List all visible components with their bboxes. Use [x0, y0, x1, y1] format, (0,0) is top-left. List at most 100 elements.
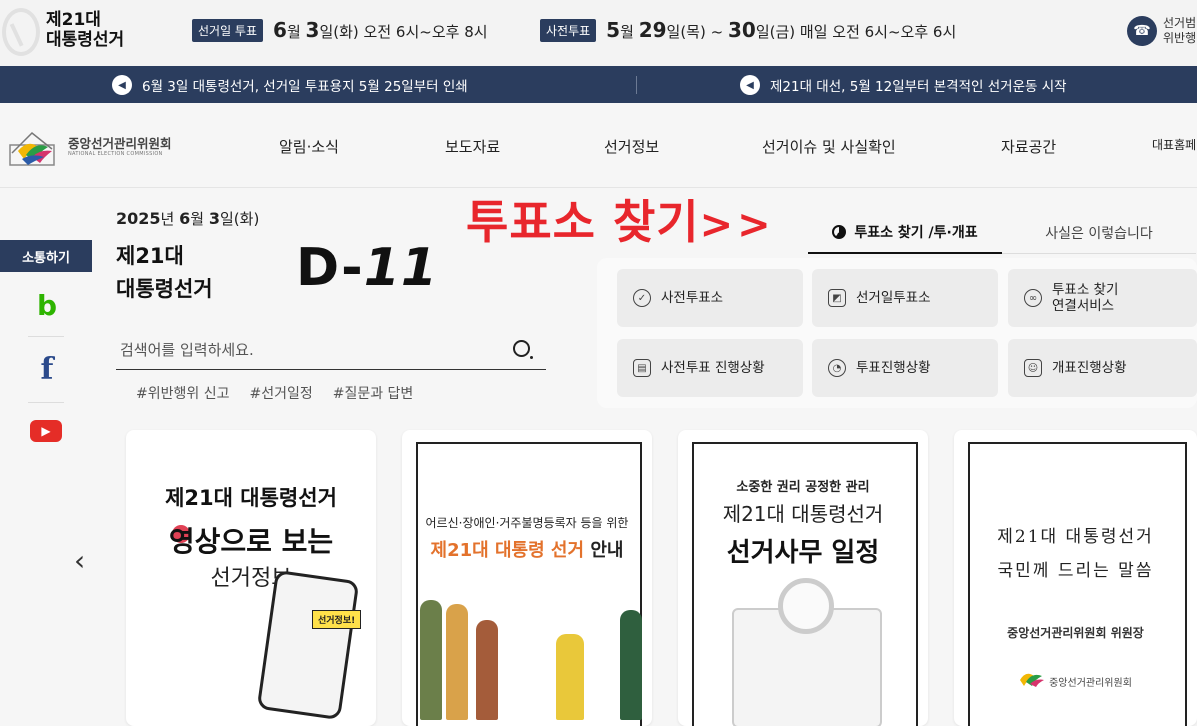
early-vote-hours: 매일 오전 6시~오후 6시 [799, 23, 957, 41]
menu-main-site[interactable]: 대표홈페 [1152, 136, 1196, 153]
sns-divider [28, 336, 64, 337]
hashtag-link[interactable]: #선거일정 [249, 383, 312, 403]
hashtag-link[interactable]: #위반행위 신고 [136, 383, 229, 403]
card-line: 소중한 권리 공정한 관리 [736, 480, 870, 495]
chart-box-icon: ▤ [633, 359, 651, 377]
notice-text: 제21대 대선, 5월 12일부터 본격적인 선거운동 시작 [770, 79, 1067, 95]
early-vote-day2: 30 [727, 18, 756, 42]
site-title-line2: 대통령선거 [46, 30, 125, 50]
speaker-icon: ◀ [112, 75, 132, 95]
band-icon[interactable]: b [30, 288, 64, 322]
card-line: 영상으로 보는 [168, 525, 334, 558]
phone-icon: ☎ [1127, 16, 1157, 46]
main-nav: 중앙선거관리위원회 NATIONAL ELECTION COMMISSION 알… [0, 103, 1197, 188]
facebook-icon[interactable]: f [30, 352, 64, 387]
d-day-counter: D-11 [296, 238, 438, 298]
pie-chart-icon [832, 225, 847, 239]
election-seal-icon [778, 578, 834, 634]
org-logo[interactable]: 중앙선거관리위원회 NATIONAL ELECTION COMMISSION [4, 127, 172, 167]
person-illustration [446, 604, 468, 720]
sns-panel: 소통하기 b f ▶ [0, 240, 92, 455]
early-vote-progress-button[interactable]: ▤ 사전투표 진행상황 [617, 339, 803, 397]
card-line: 중앙선거관리위원회 위원장 [1007, 626, 1144, 640]
person-illustration [420, 600, 442, 720]
early-vote-month: 5 [606, 18, 621, 42]
vote-progress-button[interactable]: ◔ 투표진행상황 [812, 339, 998, 397]
notice-divider [636, 76, 637, 94]
banner-card-video[interactable]: 제21대 대통령선거 영상으로 보는 선거정보 선거정보! [126, 430, 376, 726]
early-vote-month-unit: 월 [620, 23, 634, 41]
hero-date: 2025년 6월 3일(화) [116, 209, 260, 228]
speaker-icon: ◀ [740, 75, 760, 95]
hashtag-list: #위반행위 신고 #선거일정 #질문과 답변 [136, 383, 413, 403]
early-vote-day1: 29 [638, 18, 667, 42]
election-day-chip: 선거일 투표 [192, 18, 264, 42]
sns-divider [28, 402, 64, 403]
banner-card-guide[interactable]: 어르신·장애인·거주불명등록자 등을 위한 제21대 대통령 선거 안내 [402, 430, 652, 726]
notice-bar: ◀ 6월 3일 대통령선거, 선거일 투표용지 5월 25일부터 인쇄 ◀ 제2… [0, 66, 1197, 103]
hashtag-link[interactable]: #질문과 답변 [333, 383, 414, 403]
person-illustration [476, 620, 498, 720]
card-logo-text: 중앙선거관리위원회 [1049, 678, 1132, 689]
card-line: 제21대 대통령선거 [165, 486, 337, 510]
polling-place-link-service-button[interactable]: ∞ 투표소 찾기 연결서비스 [1008, 269, 1197, 327]
notice-text: 6월 3일 대통령선거, 선거일 투표용지 5월 25일부터 인쇄 [142, 79, 468, 95]
menu-archive[interactable]: 자료공간 [1001, 136, 1056, 157]
tab-polling-place[interactable]: 투표소 찾기 /투·개표 [808, 212, 1002, 254]
card-line: 제21대 대통령선거 [997, 527, 1154, 547]
early-vote-day2-suffix: 일(금) [755, 23, 796, 41]
early-vote-schedule: 사전투표 5월 29일(목) ~ 30일(금) 매일 오전 6시~오후 6시 [540, 18, 956, 42]
menu-press[interactable]: 보도자료 [445, 136, 500, 157]
card-line: 국민께 드리는 말씀 [997, 561, 1154, 581]
d-day-prefix: D- [296, 238, 364, 298]
election-day-month-unit: 월 [286, 23, 301, 41]
menu-news[interactable]: 알림·소식 [279, 136, 339, 157]
card-line: 제21대 대통령 선거 안내 [430, 540, 624, 561]
menu-issues[interactable]: 선거이슈 및 사실확인 [762, 136, 896, 157]
election-day-day: 3 [305, 18, 320, 42]
prev-arrow-icon[interactable]: ‹ [74, 544, 85, 577]
hero-title-line1: 제21대 [116, 244, 184, 268]
report-line1: 선거범 [1163, 16, 1197, 30]
report-line2: 위반행 [1163, 31, 1197, 45]
banner-carousel: ‹ 제21대 대통령선거 영상으로 보는 선거정보 선거정보! 어르신·장애인·… [0, 430, 1197, 726]
count-progress-button[interactable]: ☺ 개표진행상황 [1008, 339, 1197, 397]
early-polling-place-button[interactable]: ✓ 사전투표소 [617, 269, 803, 327]
early-vote-chip: 사전투표 [540, 18, 597, 42]
hero-title: 제21대 대통령선거 [116, 240, 213, 306]
election-day-month: 6 [273, 18, 287, 42]
search-bar [116, 330, 546, 370]
card-badge: 선거정보! [312, 610, 362, 629]
phone-illustration [256, 569, 360, 721]
nec-logo-icon [9, 131, 55, 166]
election-seal-icon [2, 8, 40, 56]
tab-fact-check[interactable]: 사실은 이렇습니다 [1002, 212, 1196, 254]
search-icon[interactable] [513, 340, 533, 359]
banner-card-message[interactable]: 제21대 대통령선거 국민께 드리는 말씀 중앙선거관리위원회 위원장 중앙선거… [954, 430, 1197, 726]
notice-item[interactable]: ◀ 제21대 대선, 5월 12일부터 본격적인 선거운동 시작 [740, 75, 1067, 95]
person-check-icon: ☺ [1024, 359, 1042, 377]
panel-tabs: 투표소 찾기 /투·개표 사실은 이렇습니다 [808, 212, 1196, 254]
site-title[interactable]: 제21대 대통령선거 [46, 10, 124, 50]
page: 제21대 대통령선거 선거일 투표 6월 3일(화) 오전 6시~오후 8시 사… [0, 0, 1197, 726]
banner-card-schedule[interactable]: 소중한 권리 공정한 관리 제21대 대통령선거 선거사무 일정 [678, 430, 928, 726]
menu-election-info[interactable]: 선거정보 [604, 136, 659, 157]
violation-report-link[interactable]: ☎ 선거범 위반행 [1127, 16, 1197, 46]
card-line: 제21대 대통령선거 [722, 502, 884, 526]
search-input[interactable] [116, 340, 496, 359]
check-circle-icon: ✓ [633, 289, 651, 307]
org-name-en: NATIONAL ELECTION COMMISSION [68, 151, 163, 157]
early-vote-day1-suffix: 일(목) ~ [666, 23, 724, 41]
election-day-suffix: 일(화) [319, 23, 359, 41]
card-line: 선거사무 일정 [726, 538, 880, 568]
link-icon: ∞ [1024, 289, 1042, 307]
annotation-text: 투표소 찾기>> [466, 195, 775, 249]
pie-icon: ◔ [828, 359, 846, 377]
top-bar: 제21대 대통령선거 선거일 투표 6월 3일(화) 오전 6시~오후 8시 사… [0, 0, 1197, 66]
election-day-polling-place-button[interactable]: ◩ 선거일투표소 [812, 269, 998, 327]
site-title-line1: 제21대 [46, 10, 101, 30]
election-day-schedule: 선거일 투표 6월 3일(화) 오전 6시~오후 8시 [192, 18, 488, 42]
notice-item[interactable]: ◀ 6월 3일 대통령선거, 선거일 투표용지 5월 25일부터 인쇄 [112, 75, 468, 95]
person-illustration [620, 610, 642, 720]
image-box-icon: ◩ [828, 289, 846, 307]
